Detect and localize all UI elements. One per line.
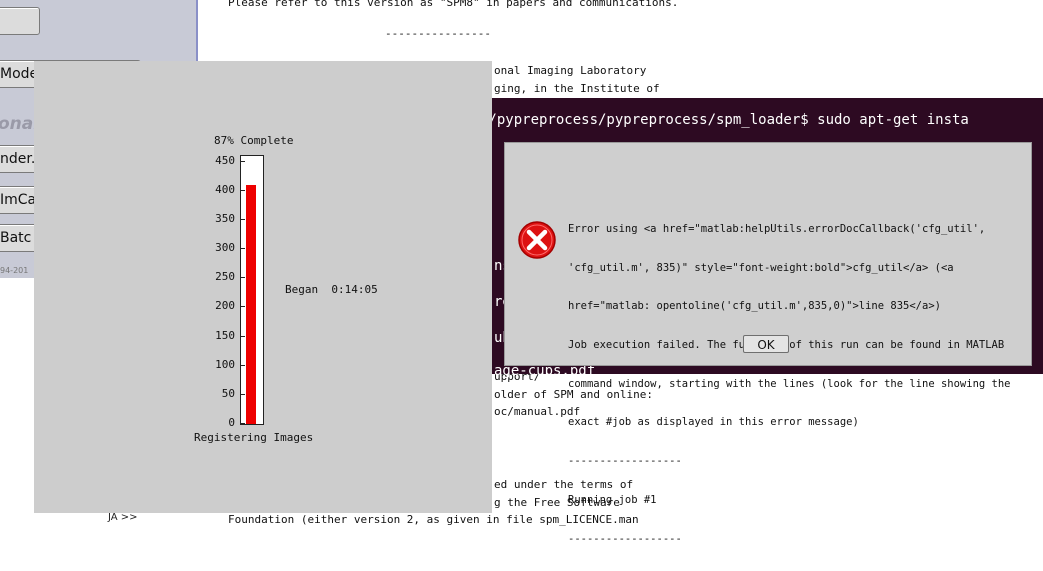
y-tick-mark: [241, 393, 245, 395]
background-text-line: ging, in the Institute of: [494, 82, 660, 95]
error-message-line: ------------------: [568, 455, 682, 468]
error-message-line: ------------------: [568, 532, 682, 545]
background-text-line: Please refer to this version as "SPM8" i…: [228, 0, 679, 9]
y-tick-label: 300: [215, 241, 235, 255]
error-icon: [518, 221, 556, 259]
y-tick-mark: [241, 364, 245, 366]
y-tick-label: 150: [215, 328, 235, 342]
y-tick-label: 50: [221, 386, 235, 400]
y-tick-label: 400: [215, 182, 235, 196]
progress-title: 87% Complete: [214, 134, 294, 147]
bottom-toolbar-fragment: JA >>: [108, 512, 138, 523]
y-tick-mark: [241, 189, 245, 191]
spm-menu-button-top[interactable]: [0, 7, 40, 35]
error-dialog: Error using <a href="matlab:helpUtils.er…: [504, 142, 1032, 545]
terminal-prompt: s/pypreprocess/pypreprocess/spm_loader$ …: [480, 112, 969, 128]
y-tick-mark: [241, 306, 245, 308]
progress-caption: Registering Images: [194, 431, 314, 444]
progress-bar-fill: [246, 185, 256, 424]
y-tick-mark: [241, 219, 245, 221]
y-tick-label: 0: [228, 416, 235, 429]
background-text-line: onal Imaging Laboratory: [494, 64, 647, 77]
y-tick-label: 100: [215, 357, 235, 371]
error-message-line: Job execution failed. The full log of th…: [568, 338, 1005, 351]
error-message-line: command window, starting with the lines …: [568, 377, 1011, 390]
y-tick-mark: [241, 423, 245, 424]
background-text-line: ----------------: [385, 27, 491, 40]
y-tick-label: 350: [215, 212, 235, 226]
error-message-line: 'cfg_util.m', 835)" style="font-weight:b…: [568, 261, 954, 274]
y-tick-mark: [241, 277, 245, 279]
y-tick-label: 450: [215, 153, 235, 167]
error-message: Error using <a href="matlab:helpUtils.er…: [568, 197, 1018, 571]
progress-bar-frame: [240, 155, 264, 425]
error-message-line: Error using <a href="matlab:helpUtils.er…: [568, 222, 986, 235]
y-tick-mark: [241, 160, 245, 162]
error-message-line: Running job #1: [568, 493, 657, 506]
ok-button[interactable]: OK: [743, 335, 789, 353]
y-tick-mark: [241, 248, 245, 250]
y-tick-label: 250: [215, 270, 235, 284]
progress-start-time: Began 0:14:05: [285, 283, 378, 296]
error-message-line: exact #job as displayed in this error me…: [568, 416, 859, 429]
error-message-line: href="matlab: opentoline('cfg_util.m',83…: [568, 300, 941, 313]
spm-copyright: 94-201: [0, 266, 29, 275]
progress-window: 87% Complete 450 400 350 300 250 200 150 100 50 0…: [34, 61, 492, 513]
y-tick-mark: [241, 335, 245, 337]
y-tick-label: 200: [215, 299, 235, 313]
